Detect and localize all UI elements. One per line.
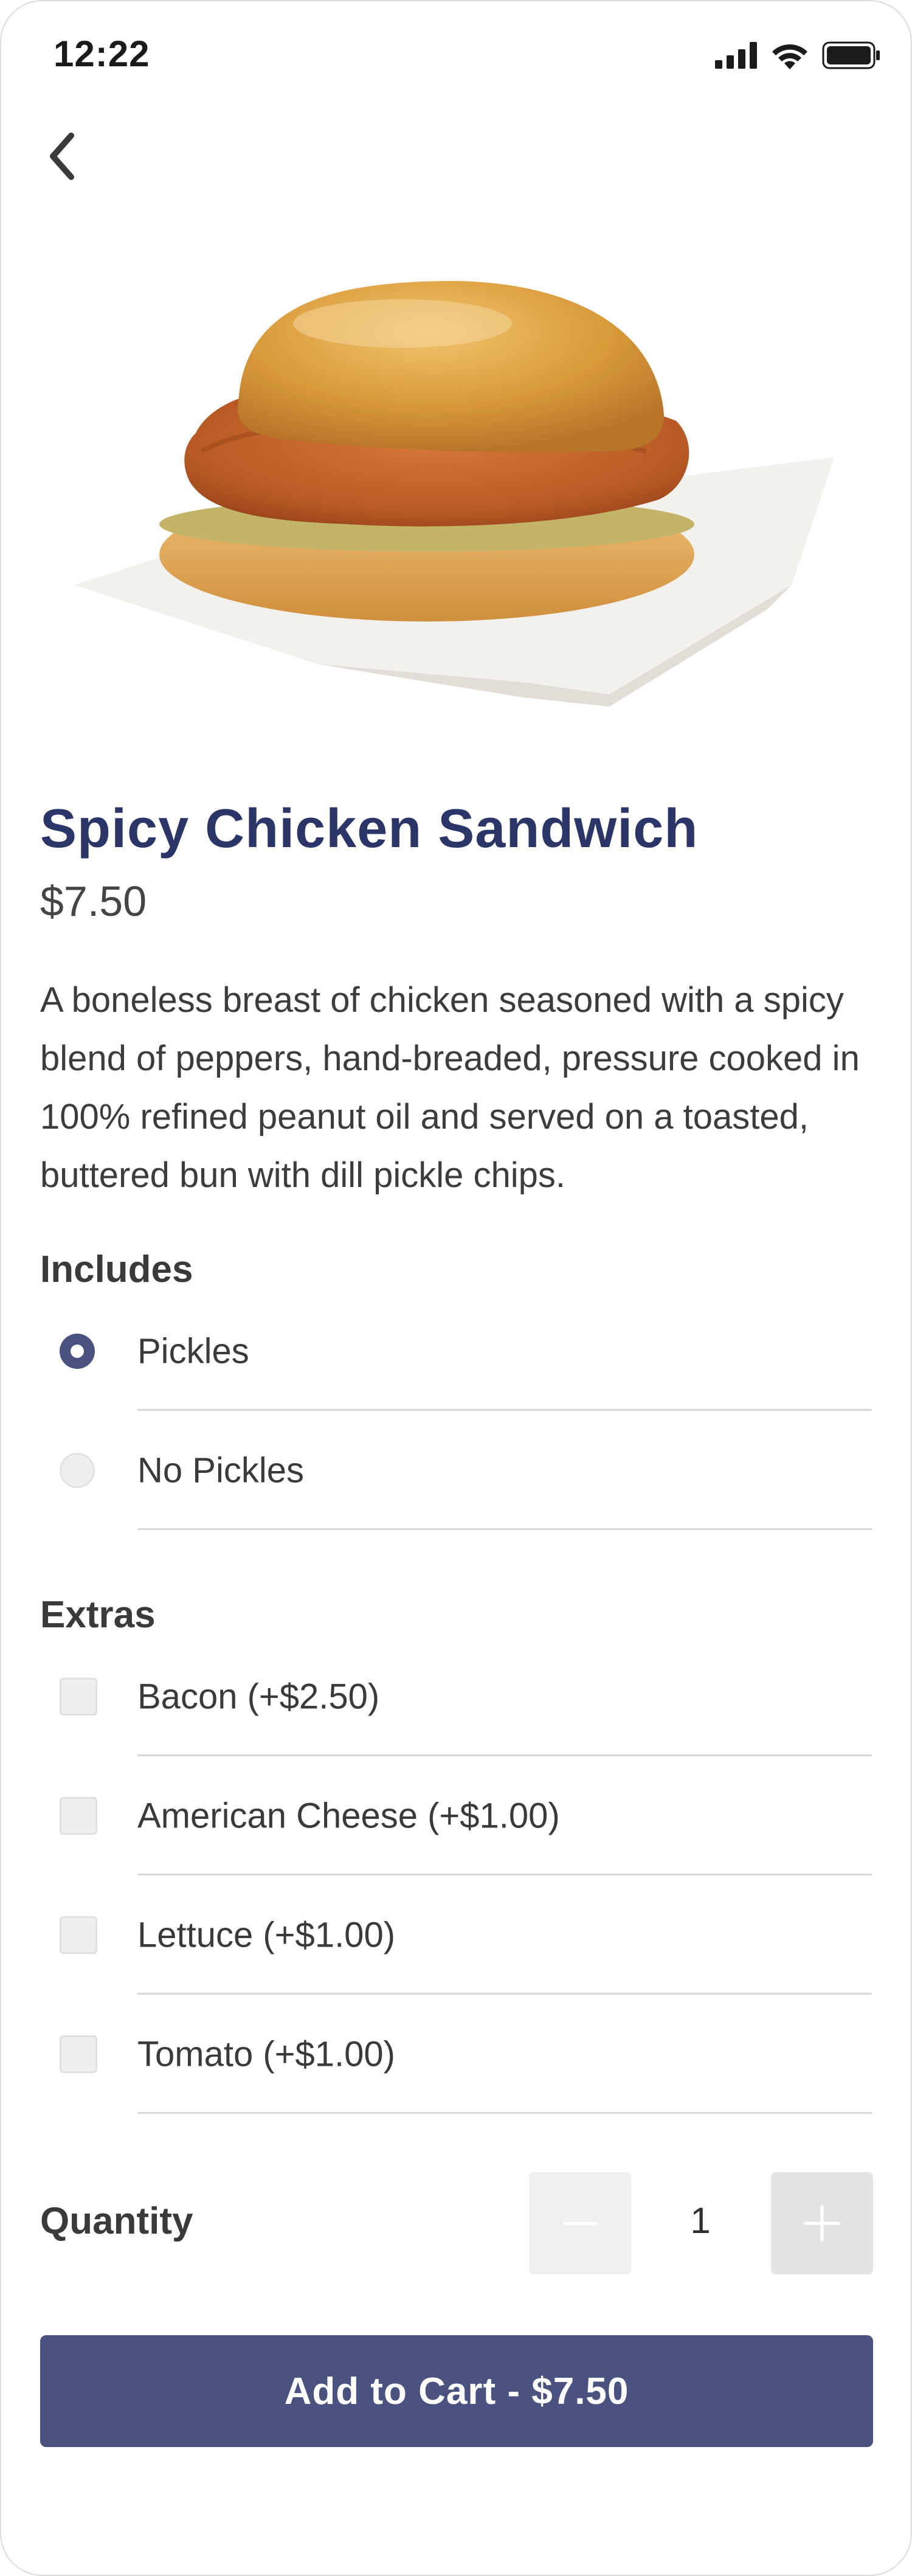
quantity-increment-button[interactable] — [771, 2172, 873, 2274]
quantity-value: 1 — [690, 2200, 711, 2241]
checkbox[interactable] — [60, 2035, 97, 2073]
phone-screen: 12:22 Spicy Chicken Sandwich $7.50 A bon… — [0, 0, 912, 2576]
extra-option-label: Tomato (+$1.00) — [137, 2034, 395, 2074]
radio-unselected[interactable] — [60, 1453, 95, 1488]
status-time: 12:22 — [54, 33, 150, 74]
battery-icon — [822, 41, 880, 69]
extra-option-american-cheese[interactable]: American Cheese (+$1.00) — [1, 1756, 911, 1875]
extra-option-lettuce[interactable]: Lettuce (+$1.00) — [1, 1875, 911, 1995]
plus-icon — [804, 2205, 840, 2242]
radio-selected[interactable] — [60, 1334, 95, 1369]
product-price: $7.50 — [40, 878, 147, 925]
include-option-no-pickles[interactable]: No Pickles — [1, 1411, 911, 1530]
include-option-pickles[interactable]: Pickles — [1, 1292, 911, 1411]
status-bar: 12:22 — [1, 1, 911, 111]
extra-option-label: American Cheese (+$1.00) — [137, 1796, 560, 1836]
minus-icon — [563, 2222, 597, 2225]
divider — [137, 2112, 872, 2114]
add-to-cart-button[interactable]: Add to Cart - $7.50 — [40, 2335, 873, 2447]
back-button[interactable] — [35, 129, 89, 184]
include-option-label: Pickles — [137, 1331, 249, 1371]
product-title: Spicy Chicken Sandwich — [40, 798, 699, 859]
extra-option-label: Lettuce (+$1.00) — [137, 1915, 396, 1955]
include-option-label: No Pickles — [137, 1450, 304, 1491]
checkbox[interactable] — [60, 1678, 97, 1716]
extras-heading: Extras — [40, 1594, 156, 1636]
includes-heading: Includes — [40, 1248, 193, 1290]
chicken-sandwich-image — [74, 281, 834, 707]
checkbox[interactable] — [60, 1797, 97, 1835]
divider — [137, 1528, 872, 1530]
wifi-icon — [772, 44, 807, 69]
chevron-left-icon — [50, 133, 74, 180]
extra-option-label: Bacon (+$2.50) — [137, 1677, 380, 1717]
checkbox[interactable] — [60, 1916, 97, 1954]
extra-option-bacon[interactable]: Bacon (+$2.50) — [1, 1637, 911, 1756]
quantity-label: Quantity — [40, 2200, 193, 2242]
status-icons — [715, 41, 880, 69]
product-description: A boneless breast of chicken seasoned wi… — [40, 980, 860, 1195]
extra-option-tomato[interactable]: Tomato (+$1.00) — [1, 1995, 911, 2114]
signal-icon — [715, 42, 757, 69]
quantity-decrement-button[interactable] — [529, 2172, 631, 2274]
